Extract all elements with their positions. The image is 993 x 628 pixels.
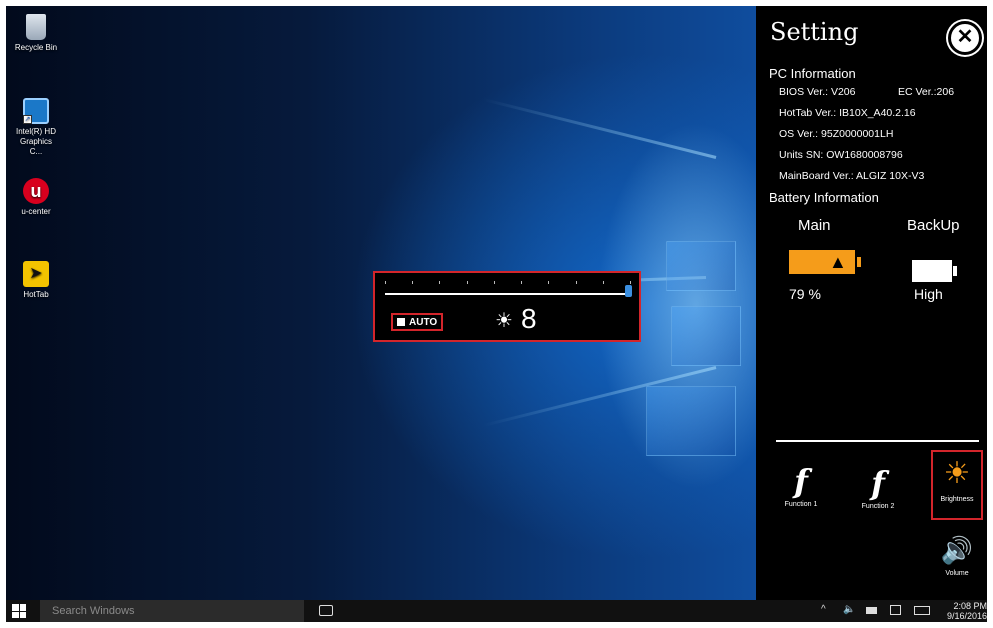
brightness-button[interactable]: ☀ Brightness [931,450,983,520]
speaker-tray-icon[interactable]: 🔈 [843,604,855,615]
desktop-icon-u-center[interactable]: u u-center [6,178,66,217]
desktop-icon-label: u-center [21,207,51,216]
brightness-slider-track[interactable] [385,293,627,295]
ec-version: EC Ver.:206 [898,86,955,98]
brightness-label: Brightness [940,496,974,503]
tray-chevron-icon[interactable]: ^ [821,604,826,615]
main-battery-icon: ▲ [789,250,861,274]
search-box[interactable]: Search Windows [40,600,304,622]
clock-date: 9/16/2016 [946,611,987,621]
battery-info-heading: Battery Information [769,190,879,205]
main-battery-value: 79 % [789,286,821,302]
os-version: OS Ver.: 95Z0000001LH [779,128,894,140]
brightness-osd: AUTO ☀ 8 [373,271,641,342]
brightness-level: 8 [521,303,537,334]
bios-version: BIOS Ver.: V206 [779,86,856,98]
main-battery-label: Main [798,217,831,234]
brightness-icon: ☀ [943,457,971,490]
volume-button[interactable]: 🔊 Volume [934,530,980,577]
hottab-icon: ➤ [23,261,49,287]
recycle-bin-icon [26,14,46,40]
function-1-icon: f [794,462,808,500]
function-1-button[interactable]: f Function 1 [776,461,826,508]
auto-brightness-checkbox[interactable]: AUTO [391,313,444,331]
taskbar: Search Windows ^ 🔈 2:08 PM 9/16/2016 [6,600,987,622]
keyboard-icon[interactable] [914,606,930,615]
speaker-icon: 🔊 [940,535,974,565]
brightness-slider-thumb[interactable] [625,285,632,297]
desktop-icon-hottab[interactable]: ➤ HotTab [6,261,66,300]
close-button[interactable]: ✕ [948,21,982,55]
intel-graphics-icon: ↗ [23,98,49,124]
mainboard-version: MainBoard Ver.: ALGIZ 10X-V3 [779,170,925,182]
clock-time: 2:08 PM [953,601,987,611]
pc-info-heading: PC Information [769,66,856,81]
battery-tray-icon[interactable] [866,607,877,614]
panel-divider [776,440,979,442]
shortcut-arrow-icon: ↗ [23,115,32,124]
function-2-icon: f [871,464,885,502]
function-2-label: Function 2 [861,503,895,510]
units-sn: Units SN: OW1680008796 [779,149,903,161]
task-view-icon[interactable] [319,605,333,616]
desktop-icon-label: Recycle Bin [14,43,58,52]
volume-label: Volume [945,570,969,577]
sun-icon: ☀ [495,310,513,332]
slider-ticks [385,281,631,285]
hottab-version: HotTab Ver.: IB10X_A40.2.16 [779,107,916,119]
auto-label: AUTO [409,316,438,328]
backup-battery-value: High [914,286,943,302]
desktop[interactable]: Recycle Bin ↗ Intel(R) HD Graphics C... … [6,6,756,600]
backup-battery-label: BackUp [907,217,960,234]
desktop-icon-recycle-bin[interactable]: Recycle Bin [6,14,66,53]
start-button[interactable] [12,604,26,618]
function-2-button[interactable]: f Function 2 [853,463,903,510]
function-1-label: Function 1 [784,501,818,508]
desktop-icon-intel-graphics[interactable]: ↗ Intel(R) HD Graphics C... [6,98,66,157]
settings-panel: Setting ✕ PC Information BIOS Ver.: V206… [756,6,987,600]
desktop-icon-label: Intel(R) HD Graphics C... [15,127,56,156]
panel-title: Setting [770,18,859,46]
backup-battery-icon [912,260,958,282]
checkbox-icon [397,318,405,326]
clock[interactable]: 2:08 PM 9/16/2016 [941,601,987,621]
desktop-icon-label: HotTab [23,290,49,299]
action-center-icon[interactable] [890,605,901,615]
screen: Recycle Bin ↗ Intel(R) HD Graphics C... … [6,6,987,622]
u-center-icon: u [23,178,49,204]
